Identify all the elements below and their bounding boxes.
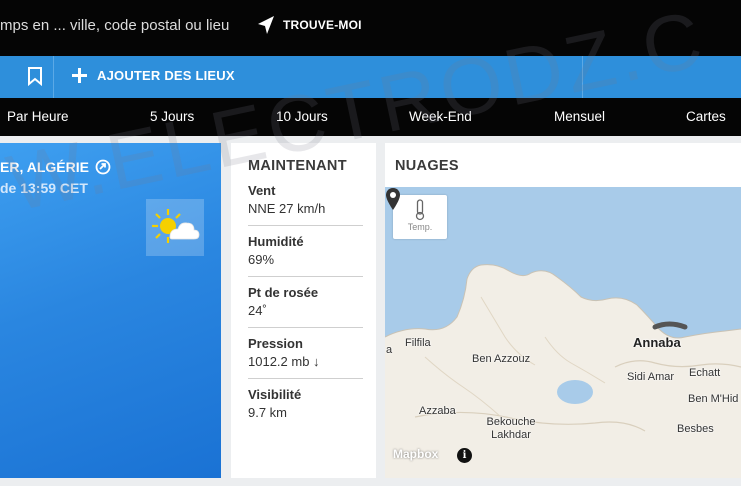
city-sidi-amar: Sidi Amar — [627, 371, 675, 383]
city-filfila: Filfila — [405, 337, 431, 349]
current-conditions-panel: ER, ALGÉRIE de 13:59 CET — [0, 143, 221, 478]
map-canvas[interactable]: Temp. Annaba Filfila Ben Azzouz Sidi Ama… — [385, 187, 741, 478]
location-arrow-icon — [258, 16, 274, 34]
nav-hourly[interactable]: Par Heure — [7, 109, 69, 124]
info-icon[interactable]: i — [457, 448, 472, 463]
visibility-label: Visibilité — [248, 387, 302, 402]
pressure-label: Pression — [248, 336, 303, 351]
location-marker-icon[interactable] — [385, 187, 401, 211]
city-partial-label: a — [386, 344, 393, 356]
thermometer-icon — [415, 199, 425, 221]
city-ben-azzouz: Ben Azzouz — [472, 353, 531, 365]
bottom-strip — [0, 478, 741, 486]
nav-5-days[interactable]: 5 Jours — [150, 109, 194, 124]
add-places-label: AJOUTER DES LIEUX — [97, 68, 235, 83]
locate-me-label: TROUVE-MOI — [283, 18, 362, 32]
dew-point-value: 24˚ — [248, 303, 267, 318]
temperature-label: Temp. — [407, 222, 433, 232]
row-divider — [248, 378, 363, 379]
row-divider — [248, 225, 363, 226]
location-name: ER, ALGÉRIE — [0, 159, 89, 175]
nav-10-days[interactable]: 10 Jours — [276, 109, 328, 124]
favorites-bar: AJOUTER DES LIEUX — [0, 56, 741, 98]
temperature-layer-button[interactable]: Temp. — [393, 195, 447, 239]
locate-me-button[interactable]: TROUVE-MOI — [257, 15, 362, 35]
search-bar: mps en ... ville, code postal ou lieu TR… — [0, 0, 741, 56]
divider — [582, 56, 583, 98]
pressure-row: Pression 1012.2 mb ↓ — [248, 336, 363, 369]
observation-time: de 13:59 CET — [0, 180, 88, 196]
partly-sunny-icon — [152, 209, 200, 243]
bookmark-icon[interactable] — [26, 66, 44, 86]
now-title: MAINTENANT — [248, 158, 347, 174]
weather-page: mps en ... ville, code postal ou lieu TR… — [0, 0, 741, 486]
plus-icon — [72, 68, 87, 83]
row-divider — [248, 327, 363, 328]
forecast-nav: Par Heure 5 Jours 10 Jours Week-End Mens… — [0, 98, 741, 136]
row-divider — [248, 276, 363, 277]
divider — [53, 56, 54, 98]
city-ben-mhidi: Ben M'Hid — [688, 393, 739, 405]
city-annaba: Annaba — [633, 335, 681, 350]
map-title: NUAGES — [395, 158, 459, 174]
nav-monthly[interactable]: Mensuel — [554, 109, 605, 124]
weather-icon-box — [146, 199, 204, 256]
search-input[interactable]: mps en ... ville, code postal ou lieu — [0, 17, 229, 34]
arrow-circle-icon[interactable] — [95, 159, 111, 175]
pressure-value: 1012.2 mb ↓ — [248, 354, 320, 369]
city-bekouche-lakhdar: Bekouche Lakhdar — [486, 416, 536, 441]
humidity-row: Humidité 69% — [248, 234, 363, 267]
city-besbes: Besbes — [677, 423, 714, 435]
wind-value: NNE 27 km/h — [248, 201, 326, 216]
mapbox-logo[interactable]: Mapbox — [393, 447, 438, 461]
now-panel: MAINTENANT Vent NNE 27 km/h Humidité 69%… — [231, 143, 376, 478]
nav-maps[interactable]: Cartes — [686, 109, 726, 124]
location-title[interactable]: ER, ALGÉRIE — [0, 159, 111, 175]
city-echatt: Echatt — [689, 367, 721, 379]
wind-label: Vent — [248, 183, 276, 198]
dew-point-row: Pt de rosée 24˚ — [248, 285, 363, 318]
visibility-row: Visibilité 9.7 km — [248, 387, 363, 420]
city-azzaba: Azzaba — [419, 405, 456, 417]
visibility-value: 9.7 km — [248, 405, 288, 420]
clouds-map-panel: NUAGES Temp. Annaba Filfila Ben Azzouz S… — [385, 143, 741, 478]
nav-weekend[interactable]: Week-End — [409, 109, 472, 124]
wind-row: Vent NNE 27 km/h — [248, 183, 363, 216]
add-places-button[interactable]: AJOUTER DES LIEUX — [72, 68, 235, 83]
humidity-value: 69% — [248, 252, 275, 267]
humidity-label: Humidité — [248, 234, 304, 249]
dew-point-label: Pt de rosée — [248, 285, 319, 300]
